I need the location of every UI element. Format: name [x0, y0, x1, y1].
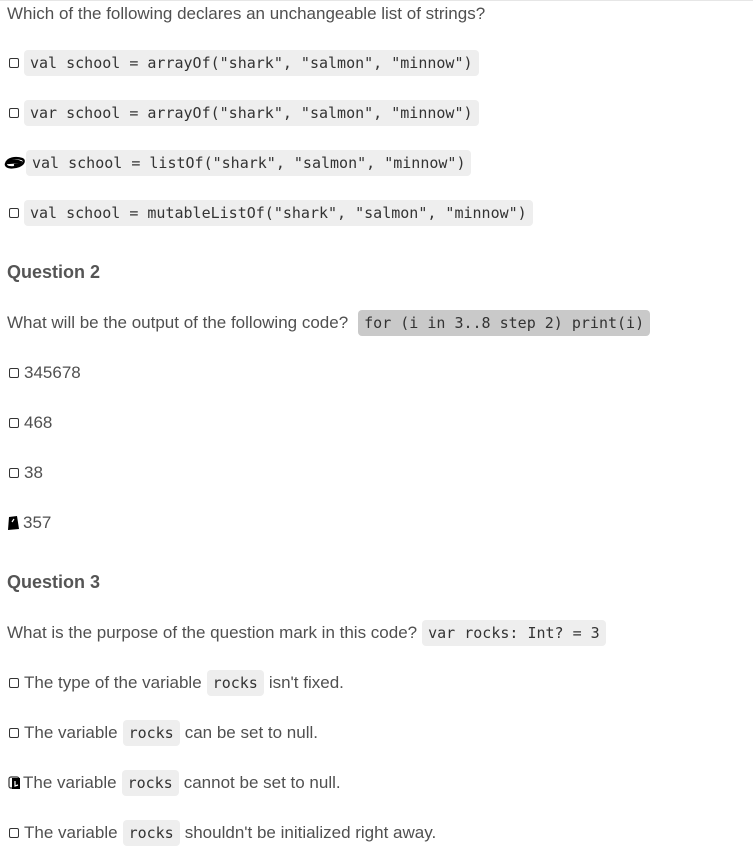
question-3-prompt-row: What is the purpose of the question mark… — [7, 619, 606, 647]
question-2-code: for (i in 3..8 step 2) print(i) — [358, 310, 651, 336]
scribble-check-icon[interactable] — [4, 155, 26, 171]
question-3-heading: Question 3 — [7, 572, 101, 592]
option-code: rocks — [122, 720, 180, 746]
q2-option-4[interactable]: 357 — [6, 509, 52, 537]
q1-option-3[interactable]: val school = listOf("shark", "salmon", "… — [4, 149, 472, 177]
checkbox[interactable] — [9, 208, 19, 218]
checkbox[interactable] — [9, 728, 19, 738]
q3-option-1[interactable]: The type of the variable rocks isn't fix… — [9, 669, 344, 697]
question-2-prompt: What will be the output of the following… — [7, 313, 349, 332]
question-1-prompt: Which of the following declares an uncha… — [7, 4, 486, 23]
q1-option-1[interactable]: val school = arrayOf("shark", "salmon", … — [9, 49, 479, 77]
option-text-after: can be set to null. — [184, 723, 318, 742]
option-label: 345678 — [24, 363, 81, 382]
checkbox[interactable] — [9, 418, 19, 428]
top-divider — [0, 0, 753, 1]
q1-option-4[interactable]: val school = mutableListOf("shark", "sal… — [9, 199, 533, 227]
q2-option-2[interactable]: 468 — [9, 409, 52, 437]
option-code: val school = mutableListOf("shark", "sal… — [24, 200, 533, 226]
filled-check-icon[interactable] — [6, 515, 20, 531]
option-code: val school = arrayOf("shark", "salmon", … — [24, 50, 479, 76]
option-text-after: cannot be set to null. — [183, 773, 341, 792]
option-text-before: The variable — [24, 823, 118, 842]
q2-option-3[interactable]: 38 — [9, 459, 43, 487]
q3-option-2[interactable]: The variable rocks can be set to null. — [9, 719, 318, 747]
option-text-before: The variable — [23, 773, 117, 792]
option-label: 38 — [24, 463, 43, 482]
question-2-prompt-row: What will be the output of the following… — [7, 309, 651, 337]
option-code: rocks — [206, 670, 264, 696]
option-code: rocks — [121, 770, 179, 796]
option-label: 468 — [24, 413, 53, 432]
question-3-prompt: What is the purpose of the question mark… — [7, 623, 418, 642]
checkbox[interactable] — [9, 368, 19, 378]
checkbox[interactable] — [9, 828, 19, 838]
option-label: 357 — [23, 513, 52, 532]
checkbox[interactable] — [9, 108, 19, 118]
checkbox[interactable] — [9, 58, 19, 68]
option-text-after: shouldn't be initialized right away. — [184, 823, 437, 842]
option-code: val school = listOf("shark", "salmon", "… — [26, 150, 472, 176]
option-text-before: The variable — [24, 723, 118, 742]
option-code: rocks — [122, 820, 180, 846]
q3-option-4[interactable]: The variable rocks shouldn't be initiali… — [9, 819, 436, 847]
q3-option-3[interactable]: The variable rocks cannot be set to null… — [8, 769, 341, 797]
option-text-after: isn't fixed. — [268, 673, 344, 692]
scribble-check-icon[interactable] — [8, 775, 22, 791]
q2-option-1[interactable]: 345678 — [9, 359, 81, 387]
q1-option-2[interactable]: var school = arrayOf("shark", "salmon", … — [9, 99, 479, 127]
checkbox[interactable] — [9, 468, 19, 478]
option-text-before: The type of the variable — [24, 673, 202, 692]
option-code: var school = arrayOf("shark", "salmon", … — [24, 100, 479, 126]
checkbox[interactable] — [9, 678, 19, 688]
question-2-heading: Question 2 — [7, 262, 101, 282]
question-3-code: var rocks: Int? = 3 — [422, 620, 606, 646]
